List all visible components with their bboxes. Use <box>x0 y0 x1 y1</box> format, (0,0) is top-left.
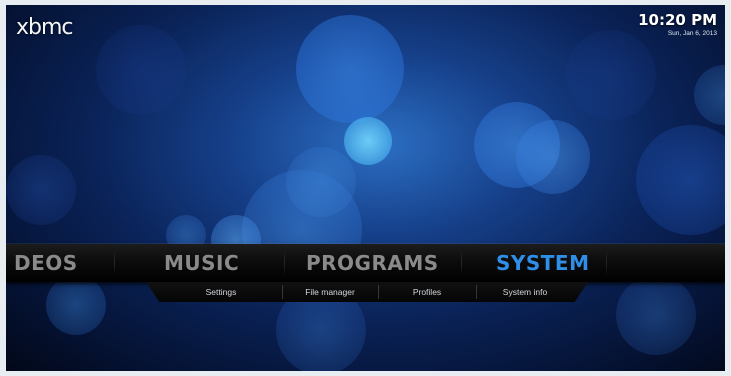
bokeh-circle <box>516 120 590 194</box>
system-submenu: Settings File manager Profiles System in… <box>146 282 588 302</box>
menu-separator <box>114 250 115 276</box>
submenu-item-settings[interactable]: Settings <box>160 282 282 302</box>
submenu-item-system-info[interactable]: System info <box>476 282 574 302</box>
xbmc-logo: xbmc <box>16 15 74 40</box>
bokeh-circle <box>344 117 392 165</box>
submenu-item-file-manager[interactable]: File manager <box>282 282 378 302</box>
bokeh-circle <box>46 275 106 335</box>
menu-separator <box>284 250 285 276</box>
submenu-item-profiles[interactable]: Profiles <box>378 282 476 302</box>
bokeh-circle <box>286 147 356 217</box>
menu-separator <box>461 250 462 276</box>
clock-time: 10:20 PM <box>638 11 717 29</box>
bokeh-circle <box>296 15 404 123</box>
menu-item-programs[interactable]: PROGRAMS <box>306 244 439 282</box>
clock-date: Sun, Jan 6, 2013 <box>667 30 717 37</box>
menu-item-videos[interactable]: DEOS <box>14 244 78 282</box>
menu-item-music[interactable]: MUSIC <box>164 244 239 282</box>
xbmc-home-screen: xbmc 10:20 PM Sun, Jan 6, 2013 DEOS MUSI… <box>6 5 725 371</box>
bokeh-circle <box>6 155 76 225</box>
menu-item-system[interactable]: SYSTEM <box>496 244 590 282</box>
main-menu-bar: DEOS MUSIC PROGRAMS SYSTEM <box>6 244 725 282</box>
bokeh-circle <box>636 125 725 235</box>
bokeh-circle <box>694 65 725 125</box>
bokeh-circle <box>566 30 656 120</box>
bokeh-circle <box>96 25 186 115</box>
clock: 10:20 PM Sun, Jan 6, 2013 <box>638 11 717 37</box>
bokeh-circle <box>474 102 560 188</box>
bokeh-circle <box>616 275 696 355</box>
menu-separator <box>606 250 607 276</box>
